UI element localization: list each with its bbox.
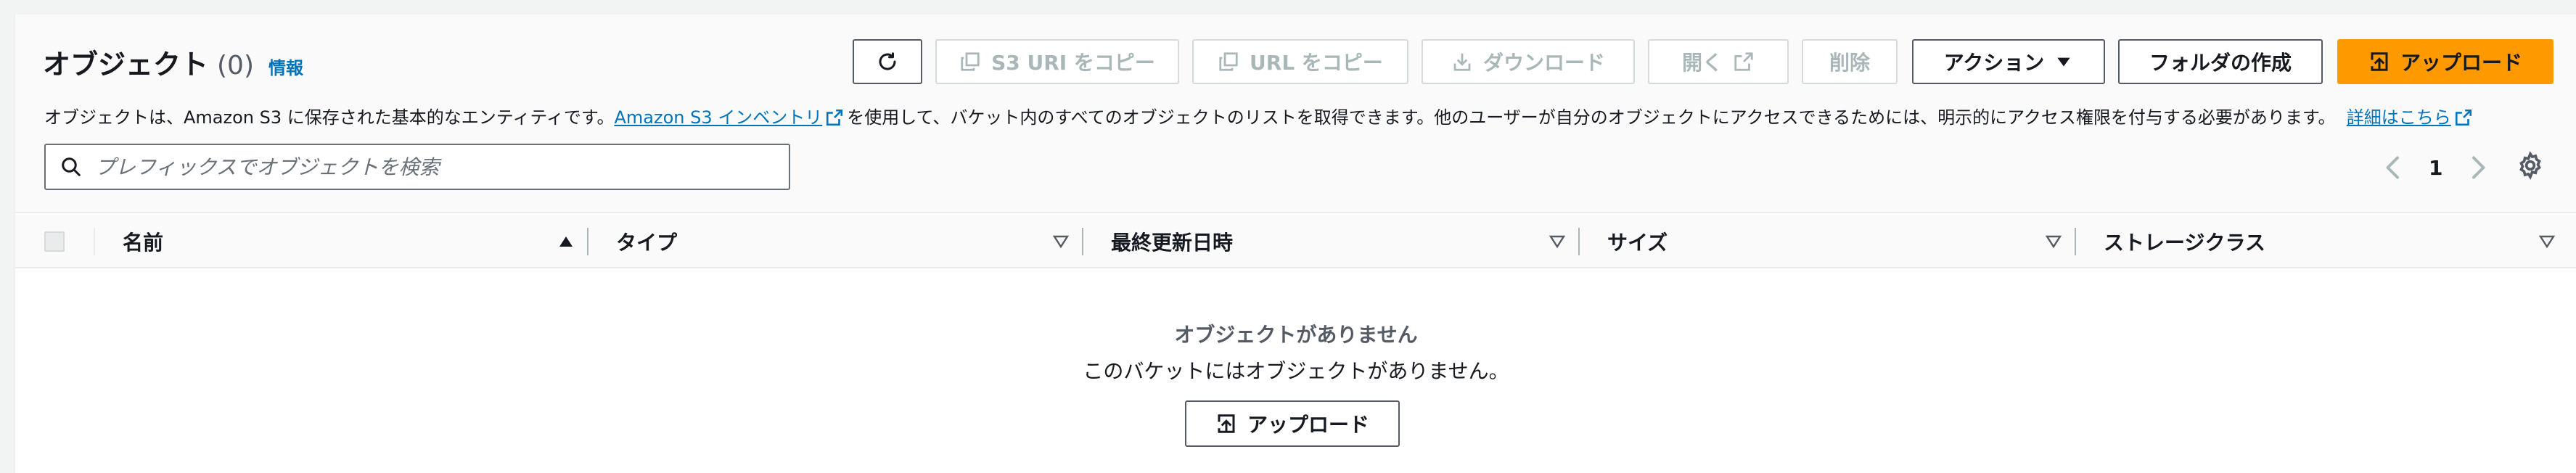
page-number[interactable]: 1 [2429,156,2442,180]
delete-label: 削除 [1829,51,1870,75]
column-type-label: タイプ [616,231,678,255]
upload-icon [2371,52,2388,71]
column-header-storage-class[interactable]: ストレージクラス [2104,215,2265,268]
upload-label: アップロード [2400,51,2522,75]
copy-s3-uri-label: S3 URI をコピー [991,51,1155,75]
column-divider[interactable] [2075,228,2076,255]
upload-icon [1218,414,1235,433]
copy-icon [1219,52,1238,71]
column-divider[interactable] [587,228,588,255]
copy-url-label: URL をコピー [1250,51,1383,75]
column-divider[interactable] [1578,228,1580,255]
inventory-link[interactable]: Amazon S3 インベントリ [614,107,822,128]
learn-more-link[interactable]: 詳細はこちら [2347,107,2451,128]
external-link-icon [1734,52,1753,71]
title-row: オブジェクト (0) 情報 [43,42,303,82]
copy-icon [961,52,980,71]
refresh-icon [879,52,896,70]
table-header: 名前 タイプ 最終更新日時 サイズ ストレージクラス [15,215,2576,268]
column-header-last-modified[interactable]: 最終更新日時 [1111,215,1233,268]
empty-state-upload-label: アップロード [1247,413,1369,437]
upload-button[interactable]: アップロード [2337,39,2554,84]
description-text-2: を使用して、バケット内のすべてのオブジェクトのリストを取得できます。他のユーザー… [847,107,2336,128]
column-header-type[interactable]: タイプ [616,215,677,268]
column-size-label: サイズ [1607,231,1668,255]
select-all-checkbox[interactable] [44,231,65,252]
column-header-size[interactable]: サイズ [1607,215,1668,268]
empty-state-message: このバケットにはオブジェクトがありません。 [1083,359,1509,383]
chevron-left-icon[interactable] [2382,155,2404,181]
description-text-1: オブジェクトは、Amazon S3 に保存された基本的なエンティティです。 [44,107,615,128]
copy-s3-uri-button[interactable]: S3 URI をコピー [935,39,1179,84]
download-label: ダウンロード [1482,51,1605,75]
external-link-icon[interactable] [2454,108,2473,127]
objects-description: オブジェクトは、Amazon S3 に保存された基本的なエンティティです。Ama… [44,103,2476,128]
chevron-right-icon[interactable] [2467,155,2489,181]
page-title: オブジェクト [43,49,209,81]
open-label: 開く [1681,51,1723,75]
download-icon [1453,53,1471,71]
external-link-icon[interactable] [825,108,844,127]
open-button[interactable]: 開く [1648,39,1789,84]
delete-button[interactable]: 削除 [1802,39,1898,84]
sort-descending-icon[interactable] [1548,233,1567,250]
download-button[interactable]: ダウンロード [1422,39,1635,84]
actions-label: アクション [1943,51,2045,75]
search-icon [62,157,81,176]
column-divider [94,228,95,255]
sort-descending-icon[interactable] [2044,233,2063,250]
create-folder-button[interactable]: フォルダの作成 [2118,39,2323,84]
sort-descending-icon[interactable] [1051,233,1070,250]
caret-down-icon [2057,57,2070,67]
gear-icon[interactable] [2516,151,2545,180]
info-link[interactable]: 情報 [268,54,303,79]
column-storage-class-label: ストレージクラス [2104,231,2265,255]
search-box[interactable] [44,144,790,190]
actions-dropdown[interactable]: アクション [1912,39,2105,84]
copy-url-button[interactable]: URL をコピー [1192,39,1408,84]
objects-panel: オブジェクト (0) 情報 S3 URI をコピー URL をコピー ダウンロー… [15,15,2576,473]
empty-state-upload-button[interactable]: アップロード [1185,400,1400,447]
column-name-label: 名前 [123,231,164,255]
object-count: (0) [217,51,255,81]
column-last-modified-label: 最終更新日時 [1111,231,1234,255]
refresh-button[interactable] [853,39,922,84]
column-header-name[interactable]: 名前 [123,215,163,268]
create-folder-label: フォルダの作成 [2149,51,2292,75]
pagination: 1 [2382,149,2489,186]
column-divider[interactable] [1082,228,1083,255]
sort-ascending-icon[interactable] [557,233,575,250]
empty-state-title: オブジェクトがありません [1174,323,1418,347]
sort-descending-icon[interactable] [2538,233,2556,250]
search-input[interactable] [95,155,789,179]
